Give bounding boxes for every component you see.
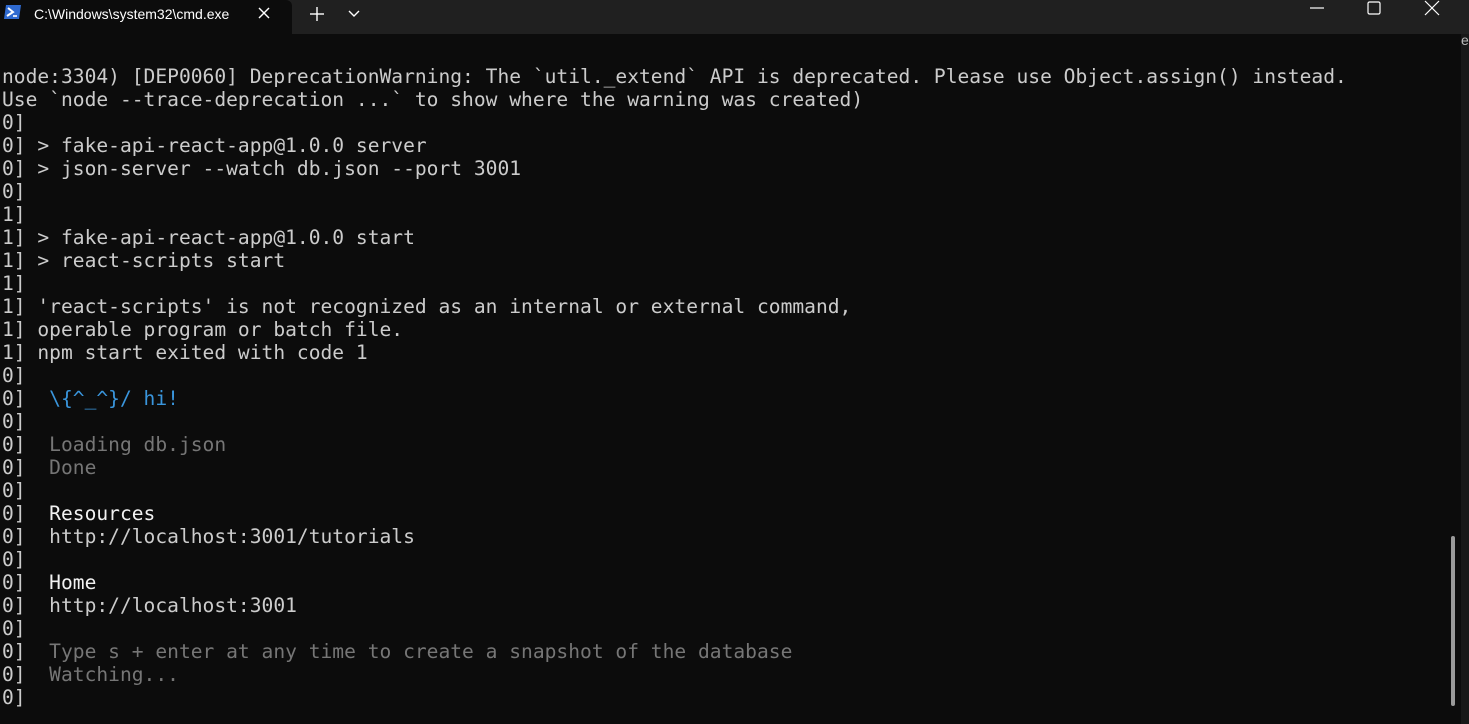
terminal-line: 0] — [2, 686, 26, 709]
terminal-line: 0] — [2, 180, 26, 203]
resources-heading: Resources — [25, 502, 156, 525]
terminal-line: 0] \{^_^}/ hi! — [2, 387, 179, 410]
terminal-line: 0] Resources — [2, 502, 155, 525]
terminal-line: 1] > fake-api-react-app@1.0.0 start — [2, 226, 415, 249]
terminal-line: 0] Watching... — [2, 663, 179, 686]
terminal-line: 1] > react-scripts start — [2, 249, 286, 272]
minimize-icon[interactable] — [1307, 0, 1327, 20]
home-url-link[interactable]: http://localhost:3001 — [26, 594, 297, 617]
line-prefix: 0] — [2, 663, 26, 686]
maximize-icon[interactable] — [1364, 0, 1384, 20]
terminal-line: 0] > fake-api-react-app@1.0.0 server — [2, 134, 427, 157]
terminal-line: 0] http://localhost:3001 — [2, 594, 297, 617]
line-prefix: 0] — [2, 433, 26, 456]
terminal-line: 0] Type s + enter at any time to create … — [2, 640, 792, 663]
json-server-greeting: \{^_^}/ hi! — [25, 387, 179, 410]
terminal-line: 0] Done — [2, 456, 96, 479]
terminal-line: 0] Home — [2, 571, 96, 594]
terminal-line: 0] Loading db.json — [2, 433, 226, 456]
title-bar[interactable]: C:\Windows\system32\cmd.exe — [0, 0, 1469, 34]
tab-cmd[interactable]: C:\Windows\system32\cmd.exe — [0, 0, 292, 34]
line-prefix: 0] — [2, 571, 26, 594]
line-prefix: 0] — [2, 640, 26, 663]
close-icon[interactable] — [255, 4, 273, 22]
terminal-line: 0] — [2, 364, 26, 387]
line-prefix: 0] — [2, 594, 26, 617]
terminal-output[interactable]: node:3304) [DEP0060] DeprecationWarning:… — [0, 65, 1455, 724]
terminal-prompt-icon — [4, 4, 22, 20]
terminal-line: 0] — [2, 617, 26, 640]
terminal-line: 1] — [2, 272, 26, 295]
terminal-line: 1] 'react-scripts' is not recognized as … — [2, 295, 852, 318]
terminal-line: 1] — [2, 203, 26, 226]
tab-title: C:\Windows\system32\cmd.exe — [34, 6, 230, 22]
adjacent-window-text: e — [1461, 34, 1469, 48]
terminal-line: 0] — [2, 410, 26, 433]
terminal-line: 1] npm start exited with code 1 — [2, 341, 368, 364]
snapshot-hint: Type s + enter at any time to create a s… — [25, 640, 793, 663]
line-prefix: 0] — [2, 502, 26, 525]
close-icon[interactable] — [1422, 0, 1442, 20]
terminal-line: 0] — [2, 548, 26, 571]
terminal-line: 0] — [2, 479, 26, 502]
line-prefix: 0] — [2, 387, 26, 410]
home-heading: Home — [25, 571, 97, 594]
line-prefix: 0] — [2, 525, 26, 548]
plus-icon[interactable] — [306, 3, 328, 25]
resource-url-link[interactable]: http://localhost:3001/tutorials — [26, 525, 415, 548]
loading-text: Loading db.json — [25, 433, 227, 456]
done-text: Done — [25, 456, 97, 479]
line-prefix: 0] — [2, 456, 26, 479]
terminal-line: 0] http://localhost:3001/tutorials — [2, 525, 415, 548]
terminal-line: node:3304) [DEP0060] DeprecationWarning:… — [2, 65, 1347, 88]
terminal-line: Use `node --trace-deprecation ...` to sh… — [2, 88, 864, 111]
terminal-window: C:\Windows\system32\cmd.exe e node:3304)… — [0, 0, 1469, 724]
adjacent-window-edge: e — [1461, 34, 1469, 724]
vertical-scrollbar[interactable] — [1451, 536, 1455, 706]
watching-text: Watching... — [25, 663, 179, 686]
terminal-line: 0] — [2, 111, 26, 134]
terminal-line: 1] operable program or batch file. — [2, 318, 404, 341]
chevron-down-icon[interactable] — [344, 4, 364, 24]
terminal-line: 0] > json-server --watch db.json --port … — [2, 157, 522, 180]
